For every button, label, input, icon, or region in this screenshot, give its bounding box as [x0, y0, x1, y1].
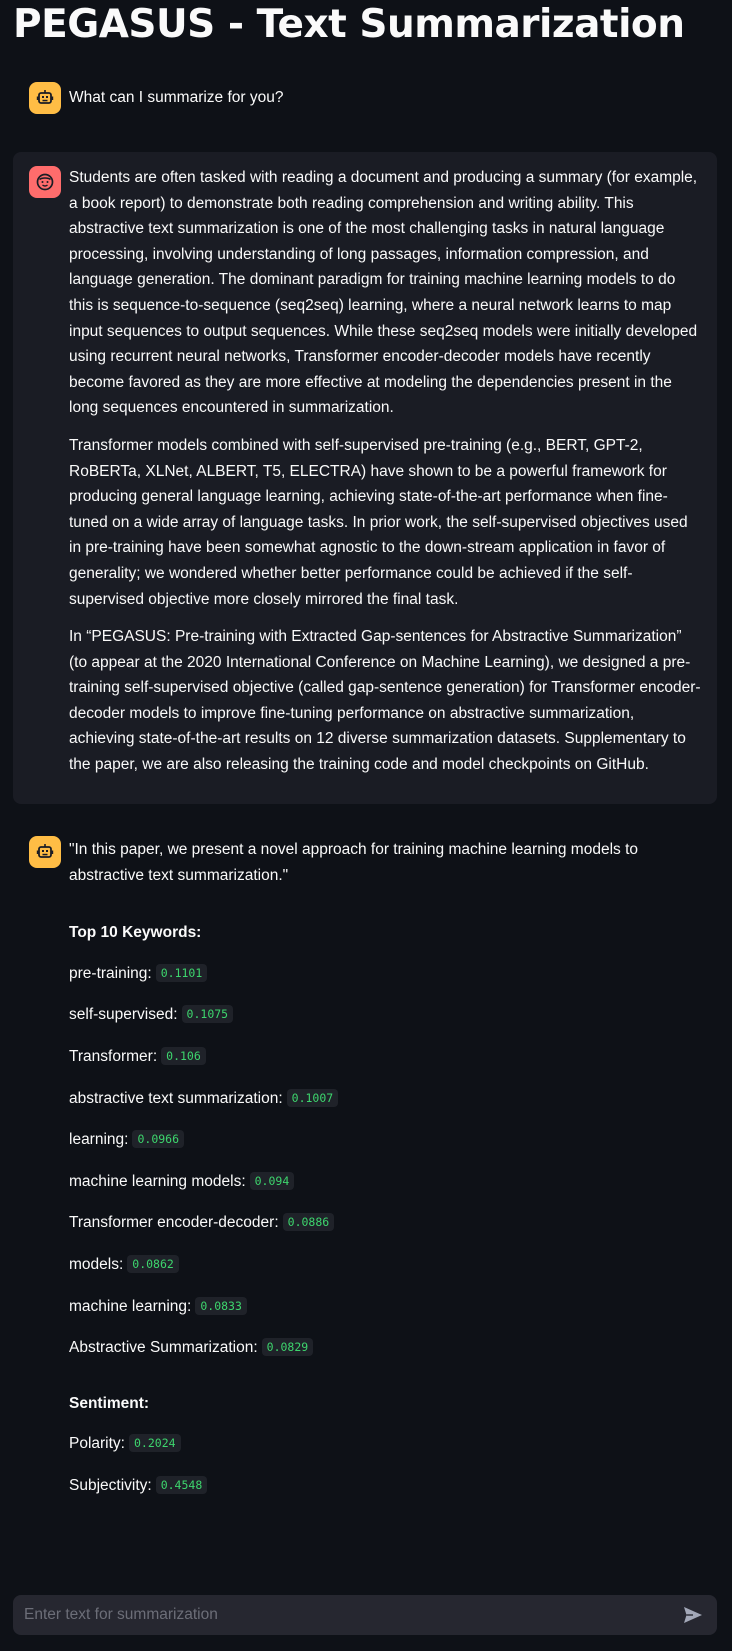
keyword-term: Transformer:: [69, 1047, 158, 1065]
keyword-item: Transformer: 0.106: [69, 1044, 701, 1070]
keyword-score: 0.094: [249, 1171, 295, 1190]
keyword-score: 0.1101: [155, 963, 208, 982]
keyword-score: 0.0833: [195, 1296, 247, 1315]
sentiment-subjectivity: Subjectivity: 0.4548: [69, 1473, 701, 1499]
user-paragraph: Students are often tasked with reading a…: [69, 169, 698, 417]
keyword-term: abstractive text summarization:: [69, 1089, 283, 1107]
keyword-score: 0.0886: [282, 1213, 335, 1232]
summary-text: "In this paper, we present a novel appro…: [69, 841, 639, 884]
user-paragraph: In “PEGASUS: Pre-training with Extracted…: [69, 628, 701, 774]
keyword-item: Abstractive Summarization: 0.0829: [69, 1335, 701, 1361]
keyword-term: learning:: [69, 1131, 129, 1149]
keyword-term: machine learning:: [69, 1297, 192, 1315]
chat-input[interactable]: [22, 1605, 681, 1625]
sentiment-polarity: Polarity: 0.2024: [69, 1431, 701, 1457]
keyword-item: pre-training: 0.1101: [69, 961, 701, 987]
keywords-heading: Top 10 Keywords:: [69, 924, 202, 942]
send-icon[interactable]: [681, 1603, 705, 1627]
chat-message-assistant: What can I summarize for you?: [13, 82, 717, 114]
user-paragraph: Transformer models combined with self-su…: [69, 436, 688, 608]
keyword-item: abstractive text summarization: 0.1007: [69, 1086, 701, 1112]
page-title: PEGASUS - Text Summarization: [13, 2, 685, 47]
keywords-list: pre-training: 0.1101 self-supervised: 0.10…: [69, 961, 701, 1361]
keyword-score: 0.0966: [132, 1130, 185, 1149]
keyword-term: Transformer encoder-decoder:: [69, 1214, 279, 1232]
subjectivity-score: 0.4548: [155, 1475, 208, 1494]
keyword-item: machine learning models: 0.094: [69, 1169, 701, 1195]
chat-message-user: Students are often tasked with reading a…: [13, 152, 717, 804]
keyword-item: self-supervised: 0.1075: [69, 1002, 701, 1028]
keyword-item: machine learning: 0.0833: [69, 1294, 701, 1320]
keyword-score: 0.1075: [181, 1005, 234, 1024]
assistant-message-text: What can I summarize for you?: [69, 89, 284, 106]
keyword-item: learning: 0.0966: [69, 1127, 701, 1153]
sentiment-heading: Sentiment:: [69, 1394, 150, 1412]
keyword-term: models:: [69, 1255, 124, 1273]
keyword-term: machine learning models:: [69, 1172, 246, 1190]
keyword-score: 0.0829: [261, 1338, 314, 1357]
keyword-score: 0.106: [161, 1046, 206, 1065]
polarity-label: Polarity:: [69, 1435, 125, 1453]
chat-input-bar: [13, 1595, 717, 1635]
keyword-item: models: 0.0862: [69, 1252, 701, 1278]
keyword-term: Abstractive Summarization:: [69, 1339, 258, 1357]
keyword-term: pre-training:: [69, 964, 152, 982]
keyword-term: self-supervised:: [69, 1006, 178, 1024]
keyword-item: Transformer encoder-decoder: 0.0886: [69, 1210, 701, 1236]
keyword-score: 0.1007: [286, 1088, 339, 1107]
subjectivity-label: Subjectivity:: [69, 1476, 152, 1494]
polarity-score: 0.2024: [129, 1434, 181, 1453]
smiley-face-icon: [29, 166, 61, 198]
robot-icon: [29, 82, 61, 114]
keyword-score: 0.0862: [127, 1254, 179, 1273]
robot-icon: [29, 836, 61, 868]
chat-message-assistant: "In this paper, we present a novel appro…: [13, 836, 717, 1499]
